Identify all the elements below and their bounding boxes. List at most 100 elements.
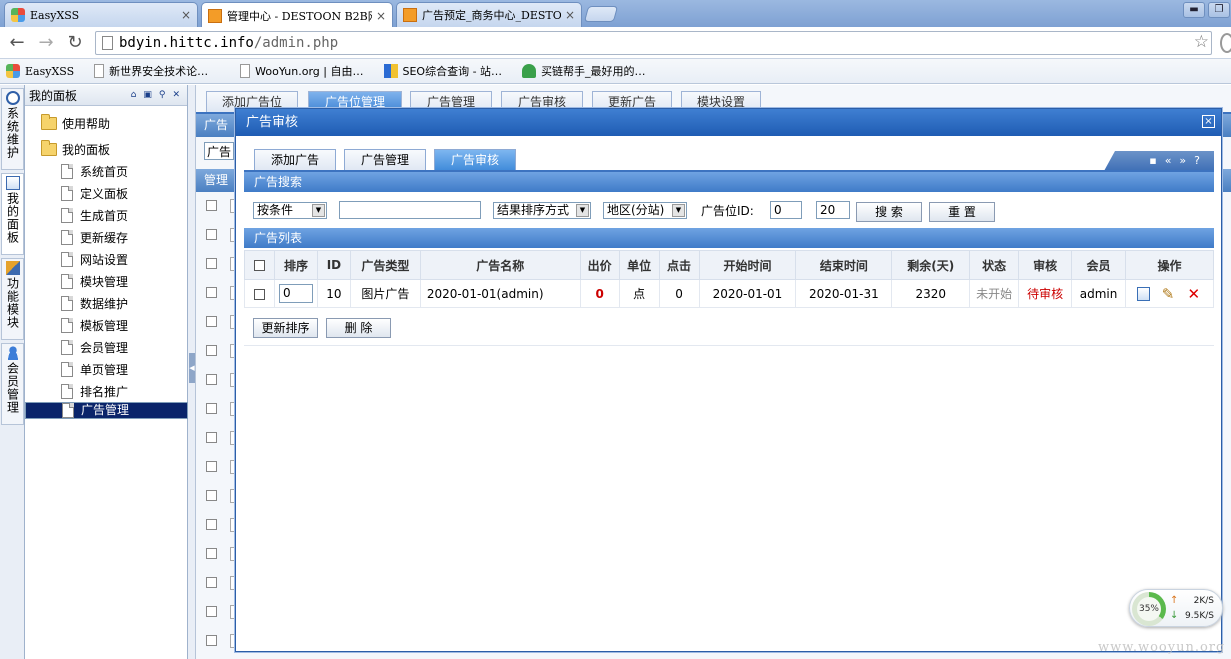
ad-position-id-label: 广告位ID: [701,204,754,218]
hits-cell: 0 [658,279,700,308]
address-bar[interactable]: bdyin.hittc.info/admin.php ☆ [95,31,1212,55]
tree-item-generate-home[interactable]: 生成首页 [25,204,188,226]
search-button[interactable]: 搜 索 [856,202,922,222]
tab-add-ad[interactable]: 添加广告 [254,149,336,171]
col-unit[interactable]: 单位 [618,250,660,280]
strip-member-management[interactable]: 会员管理 [1,343,24,425]
new-tab-button[interactable] [583,6,619,22]
bg-row-input-edge [230,286,234,300]
tree-folder-my-panel[interactable]: 我的面板 [25,138,188,160]
col-member[interactable]: 会员 [1071,250,1127,280]
folder-icon [41,113,57,130]
col-hits[interactable]: 点击 [658,250,700,280]
ad-review-dialog: 广告审核 × 添加广告 广告管理 广告审核 ▪«»? 广告搜索 按条件 ▼ 结果排… [235,108,1222,652]
tree-item-single-page[interactable]: 单页管理 [25,358,188,380]
tree-folder-help[interactable]: 使用帮助 [25,112,188,134]
bookmark-star-icon[interactable]: ☆ [1194,32,1209,52]
order-select[interactable]: 结果排序方式 ▼ [493,202,591,219]
page-size-input[interactable]: 20 [816,201,850,219]
close-small-icon[interactable]: ✕ [172,90,180,100]
bookmark-wooyun[interactable]: WooYun.org | 自由… [240,63,364,79]
restore-icon[interactable]: ❐ [1208,2,1230,18]
col-status[interactable]: 状态 [969,250,1020,280]
preview-icon[interactable] [1137,286,1151,301]
back-arrow-icon[interactable]: ← [6,32,28,54]
collapse-arrow-icon[interactable]: ◀ [189,353,195,383]
col-name[interactable]: 广告名称 [419,250,581,280]
dialog-close-icon[interactable]: × [1202,115,1215,128]
search-small-icon[interactable]: ⚲ [159,90,166,100]
sidebar-splitter[interactable]: ◀ [188,85,196,659]
tree-item-member-management[interactable]: 会员管理 [25,336,188,358]
tab-ad-booking[interactable]: 广告预定_商务中心_DESTOON × [396,2,582,27]
wrench-menu-icon[interactable] [1220,33,1231,53]
panel-title: 我的面板 [29,88,78,103]
tree-item-template-management[interactable]: 模板管理 [25,314,188,336]
edit-pencil-icon[interactable]: ✎ [1160,286,1176,302]
end-cell: 2020-01-31 [795,279,893,308]
select-all-cell [244,250,275,280]
strip-my-panel[interactable]: 我的面板 [1,173,24,255]
bookmark-easyxss[interactable]: EasyXSS [6,64,74,78]
update-order-button[interactable]: 更新排序 [253,318,318,338]
tree-item-site-settings[interactable]: 网站设置 [25,248,188,270]
col-audit[interactable]: 审核 [1018,250,1073,280]
keyword-input[interactable] [339,201,481,219]
col-start[interactable]: 开始时间 [698,250,797,280]
bookmark-link-helper[interactable]: 买链帮手_最好用的… [522,63,646,79]
tab-admin-center[interactable]: 管理中心 - DESTOON B2B网 × [201,2,393,28]
bookmark-seo[interactable]: SEO综合查询 - 站… [383,63,502,79]
delete-icon[interactable]: ✕ [1186,286,1202,302]
tab-close-icon[interactable]: × [565,8,575,22]
home-small-icon[interactable]: ⌂ [131,90,137,100]
document-icon [61,229,73,245]
row-select-cell [244,279,275,308]
tab-ad-review[interactable]: 广告审核 [434,149,516,171]
col-remain[interactable]: 剩余(天) [891,250,971,280]
tab-close-icon[interactable]: × [376,9,386,23]
member-cell[interactable]: admin [1071,279,1127,308]
tree-item-module-management[interactable]: 模块管理 [25,270,188,292]
destoon-favicon-icon [208,8,222,23]
bg-row-checkbox [206,548,217,559]
select-all-checkbox[interactable] [253,260,265,271]
condition-select[interactable]: 按条件 ▼ [253,202,327,219]
col-order[interactable]: 排序 [273,250,318,280]
tree-item-update-cache[interactable]: 更新缓存 [25,226,188,248]
tree-item-ad-management[interactable]: 广告管理 [25,402,188,419]
minimize-icon[interactable]: ▬ [1183,2,1205,18]
ad-list-table: 排序 ID 广告类型 广告名称 出价 单位 点击 开始时间 结束时间 剩余(天)… [244,250,1214,308]
bookmark-forum[interactable]: 新世界安全技术论… [94,63,208,79]
forward-arrow-icon[interactable]: → [35,32,57,54]
download-speed: 9.5K/S [1185,611,1214,621]
tab-close-icon[interactable]: × [181,8,191,22]
tree-item-data-maintenance[interactable]: 数据维护 [25,292,188,314]
network-speed-widget[interactable]: 35% ↑ 2K/S ↓ 9.5K/S [1129,589,1223,627]
bg-row-input-edge [230,315,234,329]
tree-item-system-home[interactable]: 系统首页 [25,160,188,182]
strip-function-modules[interactable]: 功能模块 [1,258,24,340]
tree-item-define-panel[interactable]: 定义面板 [25,182,188,204]
chevron-down-icon: ▼ [672,204,685,217]
col-id[interactable]: ID [316,250,351,280]
strip-system-maintenance[interactable]: 系统维护 [1,88,24,170]
refresh-small-icon[interactable]: ▣ [143,90,152,100]
order-input[interactable]: 0 [278,284,313,303]
document-icon [61,273,73,289]
name-cell[interactable]: 2020-01-01(admin) [419,279,581,308]
area-select[interactable]: 地区(分站) ▼ [603,202,687,219]
tab-ad-management[interactable]: 广告管理 [344,149,426,171]
tree-item-ranking-promotion[interactable]: 排名推广 [25,380,188,402]
col-price[interactable]: 出价 [579,250,620,280]
document-icon [62,403,74,418]
col-type[interactable]: 广告类型 [349,250,421,280]
reload-icon[interactable]: ↻ [64,32,86,54]
col-end[interactable]: 结束时间 [795,250,893,280]
row-checkbox[interactable] [253,288,265,300]
user-icon [6,346,20,360]
ad-position-id-input[interactable]: 0 [770,201,802,219]
delete-button[interactable]: 删 除 [326,318,391,338]
tab-nav-icons[interactable]: ▪«»? [1104,151,1214,171]
tab-easyxss[interactable]: EasyXSS × [4,2,198,27]
reset-button[interactable]: 重 置 [929,202,995,222]
